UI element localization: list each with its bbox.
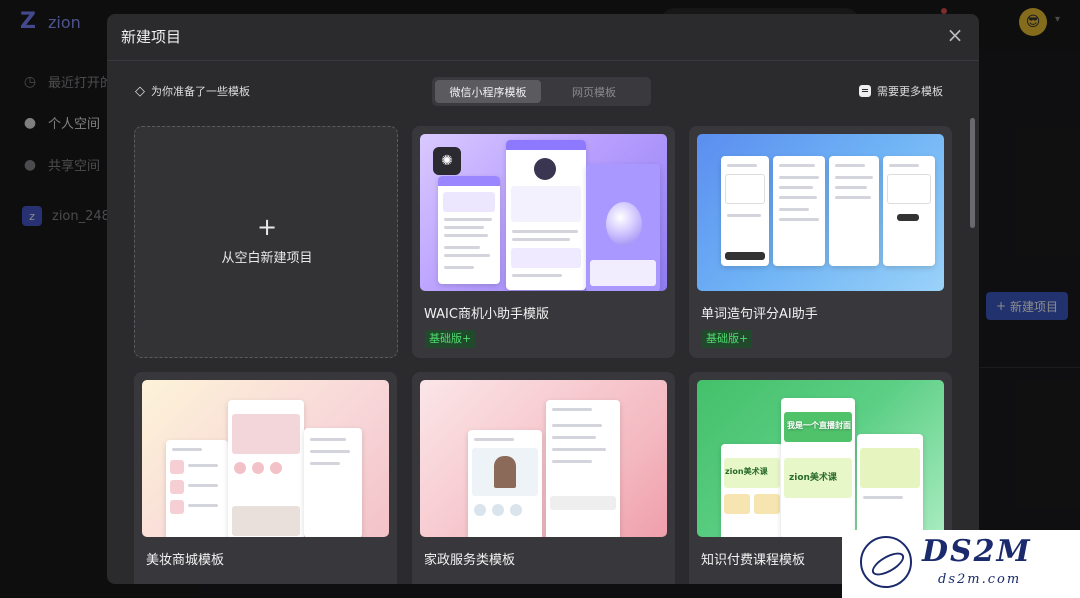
modal-title: 新建项目 <box>121 28 182 46</box>
template-thumbnail <box>420 380 667 537</box>
need-more-label: 需要更多模板 <box>877 85 943 98</box>
phone-mockup <box>228 400 304 537</box>
phone-mockup: 我是一个直播封面 zion美术课 <box>781 398 855 537</box>
template-card-beauty-store[interactable]: 美妆商城模板 <box>134 372 397 584</box>
blank-project-label: 从空白新建项目 <box>221 251 313 266</box>
template-thumbnail <box>142 380 389 537</box>
template-card-waic[interactable]: ✺ WAIC商机小助手模版 基础版+ <box>412 126 675 358</box>
phone-mockup <box>304 428 362 537</box>
watermark-title: DS2M <box>922 534 1032 569</box>
phone-mockup <box>586 164 660 291</box>
need-more-templates-link[interactable]: 需要更多模板 <box>859 83 943 99</box>
template-name: 家政服务类模板 <box>424 553 516 568</box>
watermark-url: ds2m.com <box>938 572 1022 587</box>
phone-mockup <box>438 176 500 284</box>
blank-project-card[interactable]: + 从空白新建项目 <box>134 126 398 358</box>
live-cover-text: 我是一个直播封面 <box>787 421 851 430</box>
plan-badge: 基础版+ <box>425 330 476 348</box>
phone-mockup <box>721 156 769 266</box>
diamond-icon: ◇ <box>135 83 145 99</box>
template-card-word-ai[interactable]: 单词造句评分AI助手 基础版+ <box>689 126 952 358</box>
template-thumbnail: zion美术课 我是一个直播封面 zion美术课 <box>697 380 944 537</box>
phone-mockup <box>506 140 586 290</box>
template-intro: ◇ 为你准备了一些模板 <box>135 83 250 99</box>
new-project-modal: 新建项目 × ◇ 为你准备了一些模板 微信小程序模板 网页模板 需要更多模板 +… <box>107 14 979 584</box>
phone-mockup <box>468 430 542 537</box>
scrollbar[interactable] <box>970 118 975 228</box>
template-intro-label: 为你准备了一些模板 <box>151 85 250 98</box>
message-icon <box>859 85 871 97</box>
phone-mockup: zion美术课 <box>721 444 783 537</box>
plan-badge: 基础版+ <box>702 330 753 348</box>
template-name: 美妆商城模板 <box>146 553 225 568</box>
template-name: WAIC商机小助手模版 <box>424 307 549 322</box>
watermark: DS2M ds2m.com <box>842 530 1080 598</box>
template-thumbnail <box>697 134 944 291</box>
template-name: 单词造句评分AI助手 <box>701 307 818 322</box>
tab-web[interactable]: 网页模板 <box>541 80 647 103</box>
phone-mockup <box>166 440 228 537</box>
course-title: zion美术课 <box>789 473 837 483</box>
phone-mockup <box>857 434 923 536</box>
plus-icon: + <box>256 213 278 241</box>
atom-logo-icon <box>860 536 912 588</box>
phone-mockup <box>546 400 620 537</box>
divider <box>107 60 979 61</box>
phone-mockup <box>883 156 935 266</box>
template-name: 知识付费课程模板 <box>701 553 806 568</box>
tab-wechat-miniprogram[interactable]: 微信小程序模板 <box>435 80 541 103</box>
template-thumbnail: ✺ <box>420 134 667 291</box>
phone-mockup <box>829 156 879 266</box>
phone-mockup <box>773 156 825 266</box>
robot-illustration <box>606 202 642 246</box>
course-title: zion美术课 <box>725 467 768 476</box>
template-card-home-service[interactable]: 家政服务类模板 <box>412 372 675 584</box>
close-icon[interactable]: × <box>945 23 965 47</box>
template-type-tabs: 微信小程序模板 网页模板 <box>432 77 651 106</box>
brain-icon: ✺ <box>433 147 461 175</box>
